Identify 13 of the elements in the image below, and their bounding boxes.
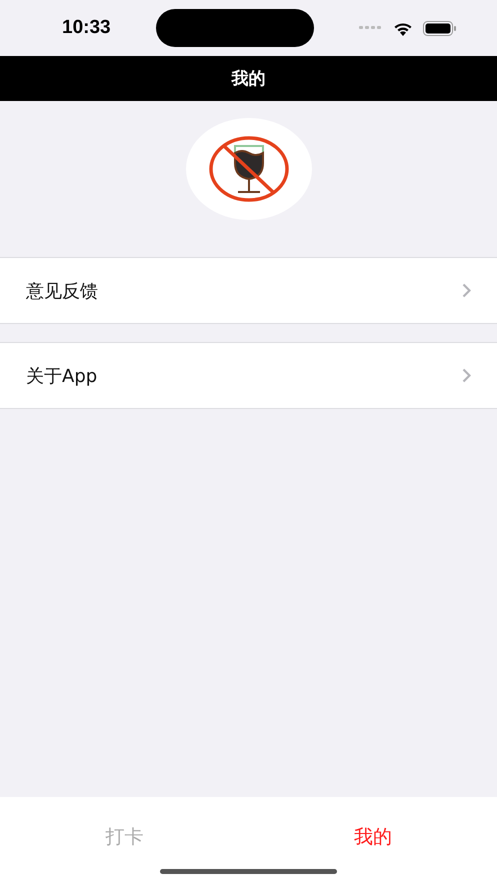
chevron-right-icon [462,283,471,298]
status-time: 10:33 [62,17,111,39]
menu-label: 意见反馈 [26,280,98,302]
wifi-icon [392,20,413,36]
menu-row[interactable]: 意见反馈 [0,257,497,324]
chevron-right-icon [462,368,471,383]
menu-row[interactable]: 关于App [0,342,497,409]
tab[interactable]: 我的 [248,797,497,877]
nav-title: 我的 [232,68,266,90]
battery-icon [422,20,457,36]
no-wine-icon [208,135,290,203]
menu-label: 关于App [26,364,98,388]
signal-icon [358,26,383,30]
